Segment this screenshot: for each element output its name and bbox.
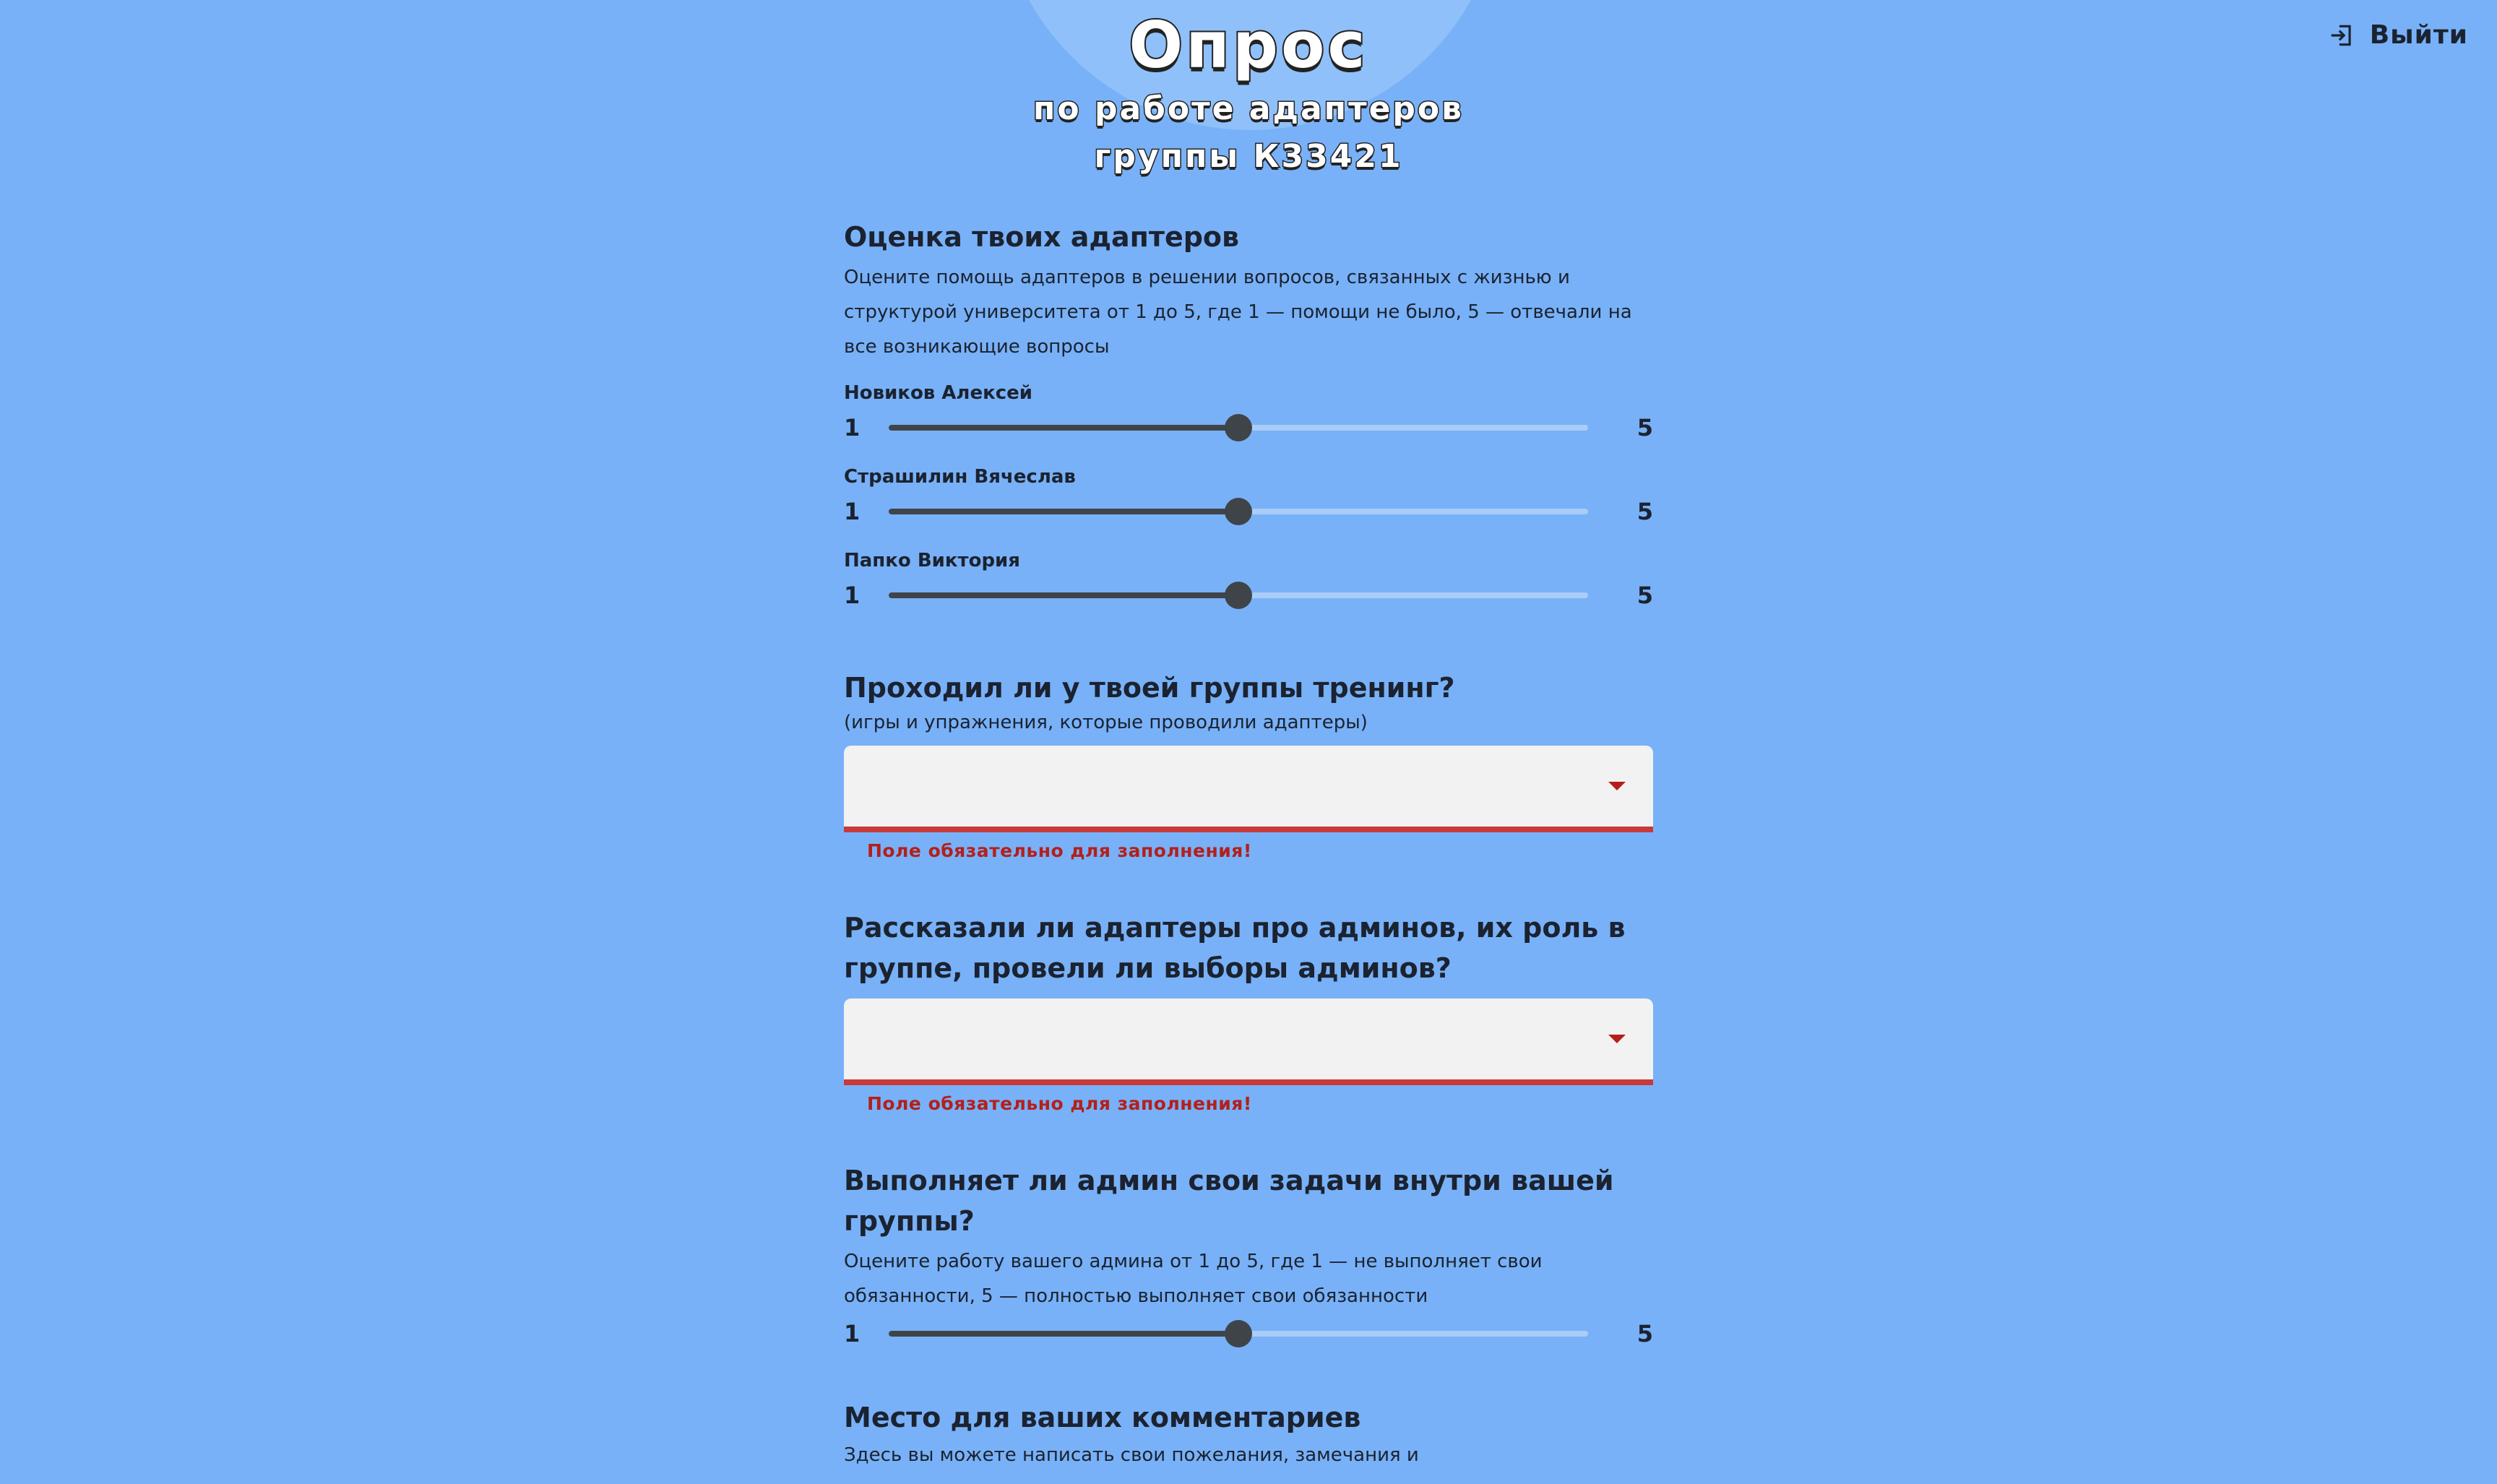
section-title: Рассказали ли адаптеры про админов, их р… xyxy=(844,912,1626,984)
slider-row: 1 5 xyxy=(844,575,1653,616)
slider-thumb[interactable] xyxy=(1225,414,1252,441)
slider-fill xyxy=(889,509,1238,514)
page-subtitle-line-2: группы К33421 xyxy=(1093,137,1403,176)
section-title: Проходил ли у твоей группы тренинг? xyxy=(844,672,1455,704)
slider-max-label: 5 xyxy=(1636,582,1653,609)
slider-min-label: 1 xyxy=(844,414,861,441)
comments-section: Место для ваших комментариев Здесь вы мо… xyxy=(844,1397,1653,1472)
slider-fill xyxy=(889,592,1238,598)
section-description: Оцените работу вашего админа от 1 до 5, … xyxy=(844,1251,1543,1307)
section-description: (игры и упражнения, которые проводили ад… xyxy=(844,712,1368,733)
logout-label: Выйти xyxy=(2369,20,2468,50)
adapter-rating-1: Новиков Алексей 1 5 xyxy=(844,379,1653,448)
rating-slider[interactable] xyxy=(889,498,1588,525)
slider-max-label: 5 xyxy=(1636,1320,1653,1347)
survey-form: Оценка твоих адаптеров Оцените помощь ад… xyxy=(844,217,1653,1472)
slider-row: 1 5 xyxy=(844,491,1653,532)
adapter-rating-3: Папко Виктория 1 5 xyxy=(844,546,1653,616)
adapter-name: Папко Виктория xyxy=(844,550,1020,571)
admins-select[interactable] xyxy=(844,998,1653,1085)
adapter-name: Новиков Алексей xyxy=(844,382,1033,404)
rating-slider[interactable] xyxy=(889,414,1588,441)
adapter-name: Страшилин Вячеслав xyxy=(844,466,1076,488)
slider-fill xyxy=(889,425,1238,431)
slider-thumb[interactable] xyxy=(1225,1320,1252,1347)
section-title: Выполняет ли админ свои задачи внутри ва… xyxy=(844,1165,1614,1237)
slider-thumb[interactable] xyxy=(1225,582,1252,609)
section-description: Здесь вы можете написать свои пожелания,… xyxy=(844,1444,1419,1466)
page-title: Опрос xyxy=(1127,7,1368,84)
slider-max-label: 5 xyxy=(1636,498,1653,525)
slider-max-label: 5 xyxy=(1636,414,1653,441)
page-subtitle-line-1: по работе адаптеров xyxy=(1032,90,1464,129)
section-title: Место для ваших комментариев xyxy=(844,1402,1361,1433)
section-title: Оценка твоих адаптеров xyxy=(844,221,1240,253)
logout-button[interactable]: Выйти xyxy=(2328,20,2468,50)
slider-min-label: 1 xyxy=(844,1320,861,1347)
slider-row: 1 5 xyxy=(844,407,1653,448)
dropdown-caret-icon[interactable] xyxy=(1608,1035,1626,1043)
rating-slider[interactable] xyxy=(889,582,1588,609)
dropdown-caret-icon[interactable] xyxy=(1608,782,1626,790)
adapters-rating-section: Оценка твоих адаптеров Оцените помощь ад… xyxy=(844,217,1653,616)
admin-tasks-section: Выполняет ли админ свои задачи внутри ва… xyxy=(844,1160,1653,1354)
section-description: Оцените помощь адаптеров в решении вопро… xyxy=(844,267,1632,358)
validation-error: Поле обязательно для заполнения! xyxy=(867,1093,1252,1114)
admins-section: Рассказали ли адаптеры про админов, их р… xyxy=(844,907,1653,1117)
slider-row: 1 5 xyxy=(844,1313,1653,1354)
slider-min-label: 1 xyxy=(844,582,861,609)
logout-icon xyxy=(2328,22,2355,49)
training-select[interactable] xyxy=(844,746,1653,832)
page-header: Опрос по работе адаптеров группы К33421 xyxy=(0,6,2497,181)
slider-thumb[interactable] xyxy=(1225,498,1252,525)
slider-min-label: 1 xyxy=(844,498,861,525)
validation-error: Поле обязательно для заполнения! xyxy=(867,840,1252,861)
admin-rating-slider[interactable] xyxy=(889,1320,1588,1347)
training-section: Проходил ли у твоей группы тренинг? (игр… xyxy=(844,668,1653,864)
slider-fill xyxy=(889,1331,1238,1337)
adapter-rating-2: Страшилин Вячеслав 1 5 xyxy=(844,462,1653,532)
